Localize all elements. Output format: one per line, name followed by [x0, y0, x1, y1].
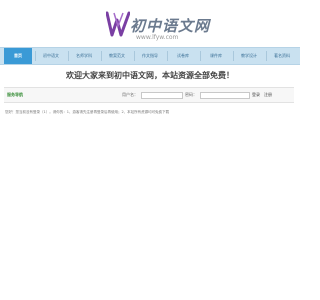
- nav-item-courseware[interactable]: 课件库: [202, 48, 230, 64]
- login-form: 用户名： 密码： 登录 注册: [122, 90, 292, 100]
- nav-item-home[interactable]: 首页: [4, 48, 32, 64]
- nav-item-teaching-design[interactable]: 教学设计: [235, 48, 263, 64]
- register-button[interactable]: 注册: [264, 90, 272, 100]
- login-bar: 服务导航 用户名： 密码： 登录 注册: [4, 87, 294, 103]
- nav-item-lesson-plans[interactable]: 教案范文: [103, 48, 131, 64]
- logo-text: 初中语文网: [130, 17, 211, 35]
- nav-item-junior-chinese[interactable]: 初中语文: [37, 48, 65, 64]
- nav-separator: [266, 51, 267, 61]
- login-notice: 您好！您当前没有登录（1）。请你的：1、游客请先注册再登录后再使用；2、本站所有…: [5, 110, 170, 114]
- nav-item-writing-guide[interactable]: 作文指导: [136, 48, 164, 64]
- login-button[interactable]: 登录: [252, 90, 260, 100]
- site-logo[interactable]: 初中语文网 www.lfyw.com: [106, 10, 209, 42]
- logo-mark-icon: [106, 11, 130, 37]
- username-input[interactable]: [141, 92, 183, 99]
- nav-separator: [233, 51, 234, 61]
- welcome-banner: 欢迎大家来到初中语文网，本站资源全部免费！: [66, 71, 234, 80]
- username-label: 用户名：: [122, 92, 138, 97]
- nav-item-famous-materials[interactable]: 著名资料: [268, 48, 296, 64]
- nav-separator: [167, 51, 168, 61]
- nav-separator: [68, 51, 69, 61]
- nav-separator: [101, 51, 102, 61]
- nav-separator: [200, 51, 201, 61]
- password-label: 密码：: [185, 92, 197, 97]
- logo-url: www.lfyw.com: [136, 34, 179, 41]
- service-nav-title: 服务导航: [7, 92, 23, 97]
- main-nav: 首页 初中语文 名师学科 教案范文 作文指导 试卷库 课件库 教学设计 著名资料: [0, 47, 300, 65]
- nav-separator: [134, 51, 135, 61]
- nav-item-exam-library[interactable]: 试卷库: [169, 48, 197, 64]
- nav-separator: [35, 51, 36, 61]
- password-input[interactable]: [200, 92, 250, 99]
- nav-item-teacher-subjects[interactable]: 名师学科: [70, 48, 98, 64]
